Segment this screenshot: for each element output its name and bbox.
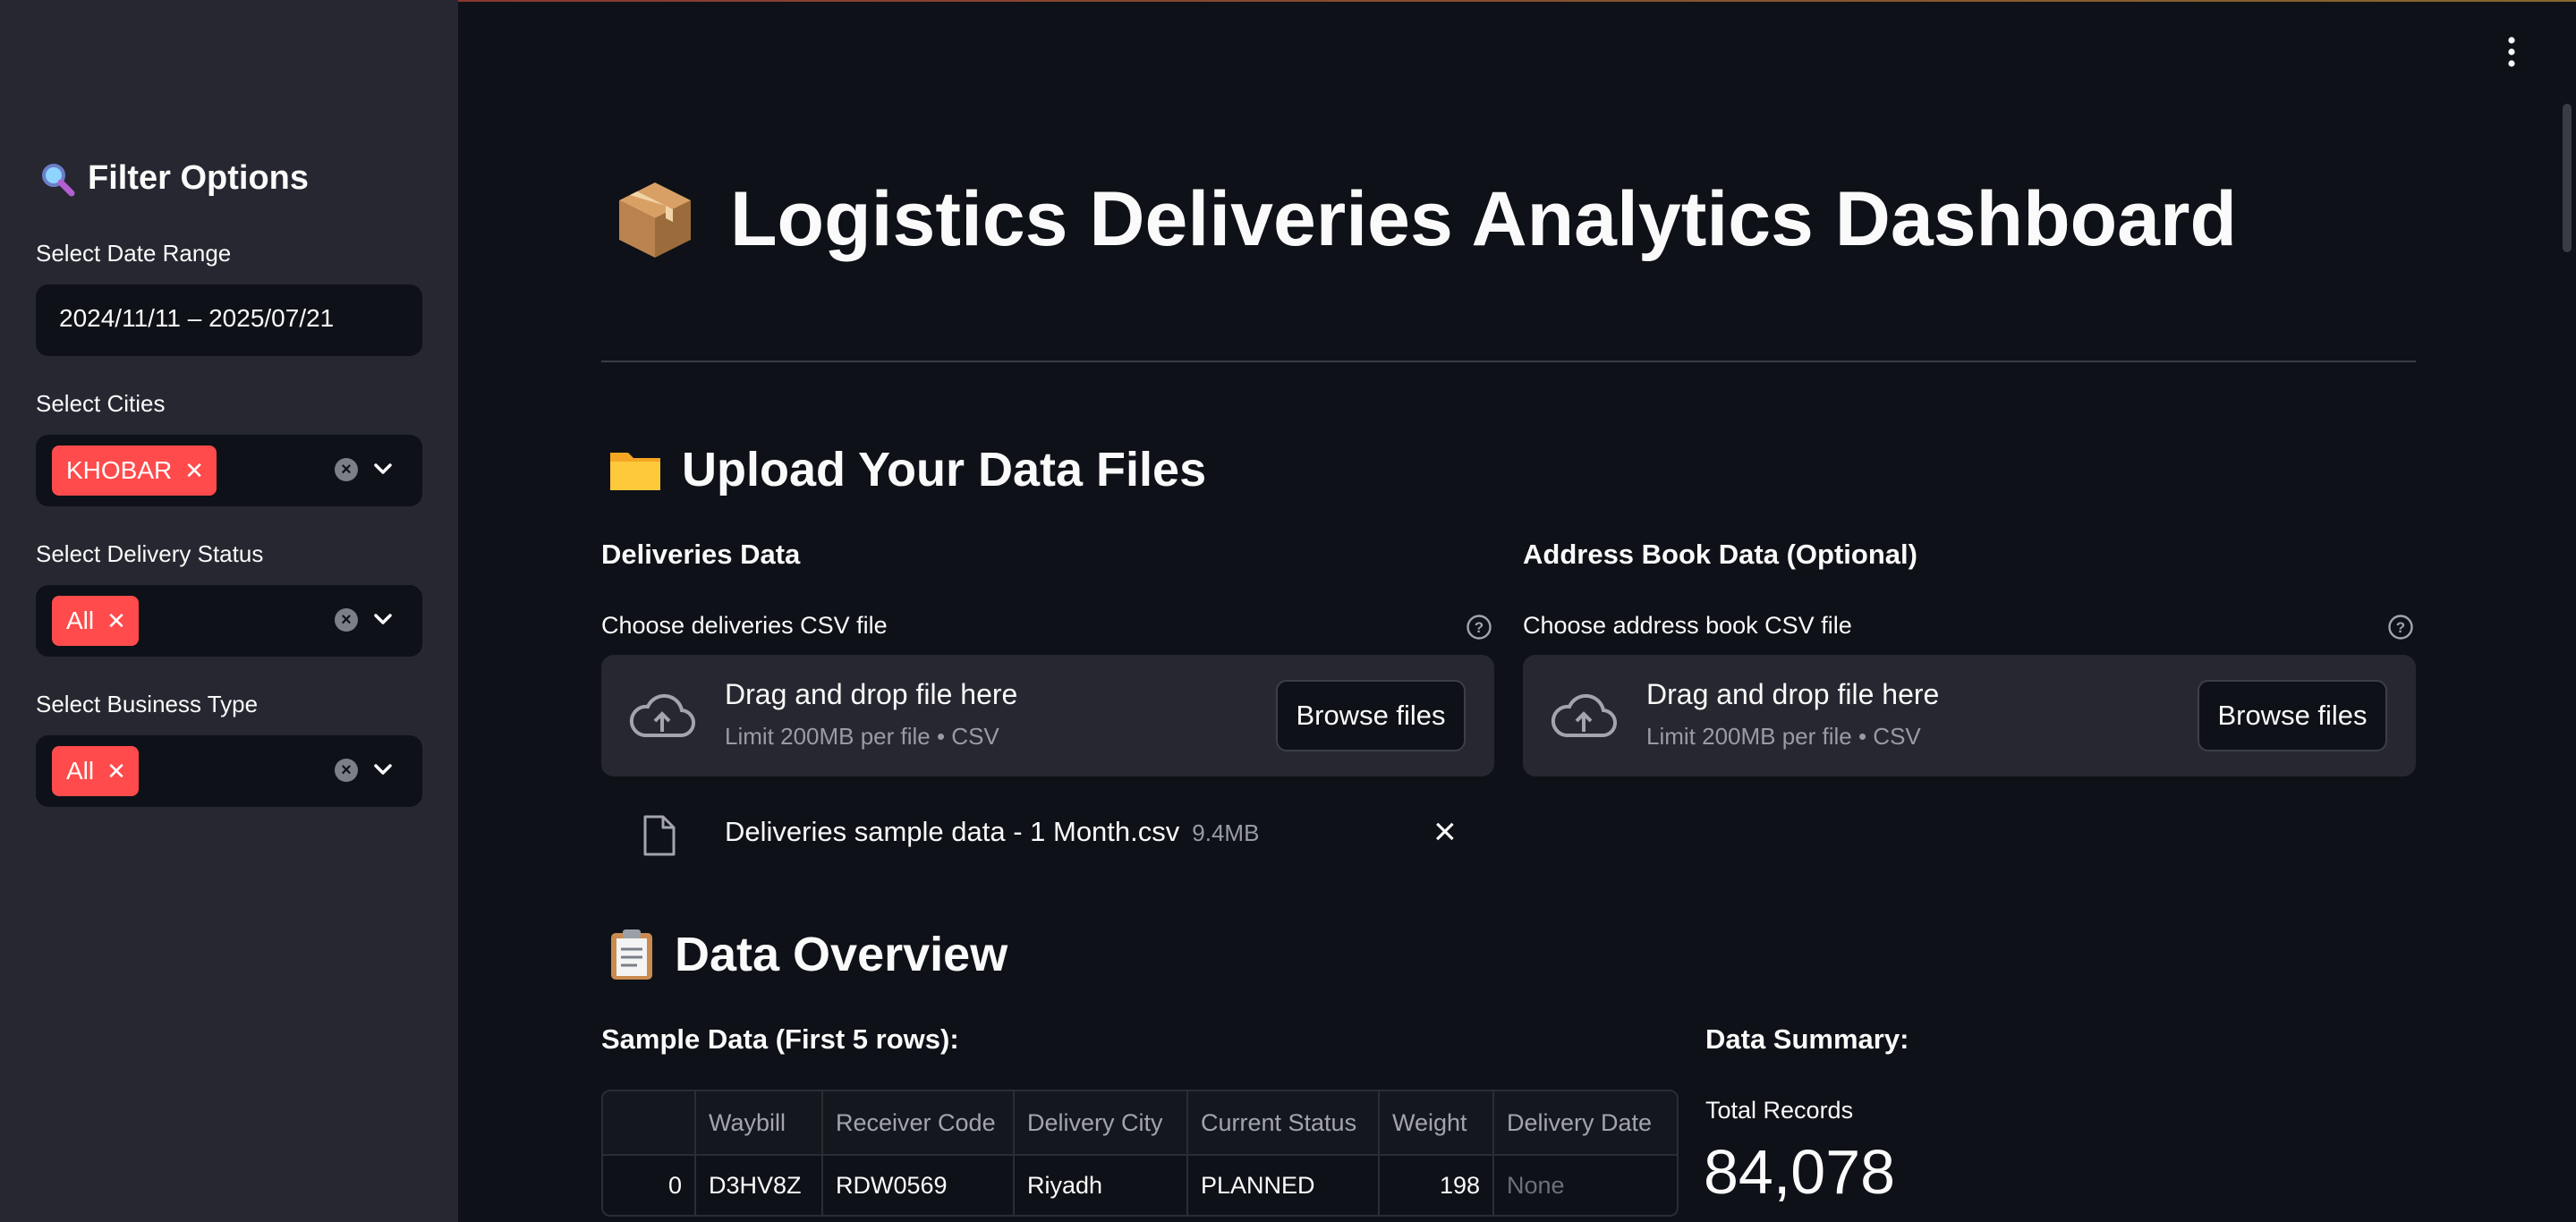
delivery-status-label: Select Delivery Status	[36, 540, 264, 567]
browse-files-button[interactable]: Browse files	[2198, 680, 2387, 751]
remove-tag-icon[interactable]: ✕	[106, 607, 126, 635]
file-size: 9.4MB	[1192, 819, 1260, 846]
city-tag: KHOBAR ✕	[52, 446, 217, 496]
business-type-multiselect[interactable]: All ✕ ×	[36, 735, 422, 807]
sidebar-title: Filter Options	[39, 159, 309, 198]
date-range-input[interactable]: 2024/11/11 – 2025/07/21	[36, 284, 422, 356]
row-index: 0	[603, 1155, 696, 1215]
table-header-row: Waybill Receiver Code Delivery City Curr…	[603, 1091, 1677, 1156]
column-header[interactable]: Receiver Code	[822, 1091, 1015, 1156]
table-cell: 198	[1379, 1155, 1494, 1215]
cities-label: Select Cities	[36, 390, 166, 417]
table-cell: D3HV8Z	[695, 1155, 823, 1215]
dropzone-limit: Limit 200MB per file • CSV	[1646, 723, 1921, 750]
total-records-value: 84,078	[1704, 1137, 1896, 1207]
clear-icon[interactable]: ×	[335, 458, 358, 481]
clear-icon[interactable]: ×	[335, 759, 358, 782]
folder-icon	[610, 453, 660, 490]
file-name: Deliveries sample data - 1 Month.csv 9.4M…	[725, 816, 1259, 848]
total-records-label: Total Records	[1705, 1097, 1854, 1124]
magnifier-icon	[42, 163, 75, 196]
scrollbar[interactable]	[2563, 104, 2572, 252]
delivery-status-multiselect[interactable]: All ✕ ×	[36, 585, 422, 657]
column-header[interactable]: Current Status	[1187, 1091, 1380, 1156]
overview-heading: Data Overview	[608, 927, 1007, 982]
deliveries-file-label: Choose deliveries CSV file	[601, 612, 888, 639]
deliveries-dropzone[interactable]: Drag and drop file here Limit 200MB per …	[601, 655, 1494, 776]
remove-tag-icon[interactable]: ✕	[184, 457, 204, 485]
remove-file-icon[interactable]: ×	[1433, 810, 1457, 853]
dropzone-limit: Limit 200MB per file • CSV	[725, 723, 999, 750]
package-icon	[619, 182, 691, 258]
help-icon[interactable]: ?	[2387, 614, 2414, 641]
business-type-label: Select Business Type	[36, 691, 259, 717]
sample-heading: Sample Data (First 5 rows):	[601, 1023, 959, 1055]
date-range-value: 2024/11/11 – 2025/07/21	[59, 304, 335, 332]
address-book-heading: Address Book Data (Optional)	[1523, 539, 1917, 570]
address-book-dropzone[interactable]: Drag and drop file here Limit 200MB per …	[1523, 655, 2416, 776]
summary-heading: Data Summary:	[1705, 1023, 1909, 1055]
column-header[interactable]: Weight	[1379, 1091, 1494, 1156]
date-range-label: Select Date Range	[36, 240, 232, 267]
chevron-down-icon[interactable]	[370, 757, 395, 782]
deliveries-heading: Deliveries Data	[601, 539, 801, 570]
clear-icon[interactable]: ×	[335, 608, 358, 632]
file-icon	[643, 815, 676, 856]
page-title: Logistics Deliveries Analytics Dashboard	[616, 175, 2237, 264]
file-name-text: Deliveries sample data - 1 Month.csv	[725, 816, 1180, 847]
table-cell: RDW0569	[822, 1155, 1015, 1215]
table-cell: Riyadh	[1014, 1155, 1188, 1215]
chevron-down-icon[interactable]	[370, 607, 395, 632]
sample-data-table[interactable]: Waybill Receiver Code Delivery City Curr…	[601, 1090, 1679, 1217]
help-icon[interactable]: ?	[1466, 614, 1492, 641]
cities-multiselect[interactable]: KHOBAR ✕ ×	[36, 435, 422, 506]
svg-text:?: ?	[2396, 619, 2405, 636]
dropzone-text: Drag and drop file here	[725, 678, 1018, 710]
column-header[interactable]	[603, 1091, 696, 1156]
sidebar: Filter Options Select Date Range 2024/11…	[0, 0, 458, 1222]
clipboard-icon	[611, 929, 652, 980]
cloud-upload-icon	[1551, 693, 1618, 738]
table-cell: None	[1507, 1171, 1565, 1199]
status-tag: All ✕	[52, 596, 139, 646]
column-header[interactable]: Waybill	[695, 1091, 823, 1156]
column-header[interactable]: Delivery Date	[1493, 1091, 1677, 1156]
status-tag-label: All	[66, 607, 95, 634]
upload-heading: Upload Your Data Files	[608, 442, 1206, 497]
uploaded-file-row: Deliveries sample data - 1 Month.csv 9.4M…	[601, 803, 1494, 866]
table-cell: PLANNED	[1187, 1155, 1380, 1215]
kebab-menu-icon[interactable]	[2507, 34, 2516, 70]
column-header[interactable]: Delivery City	[1014, 1091, 1188, 1156]
divider	[601, 361, 2416, 362]
cloud-upload-icon	[629, 693, 696, 738]
business-tag-label: All	[66, 757, 95, 785]
business-tag: All ✕	[52, 746, 139, 796]
browse-files-button[interactable]: Browse files	[1276, 680, 1466, 751]
city-tag-label: KHOBAR	[66, 456, 173, 484]
chevron-down-icon[interactable]	[370, 456, 395, 481]
table-row[interactable]: 0 D3HV8Z RDW0569 Riyadh PLANNED 198 None	[603, 1155, 1677, 1215]
svg-text:?: ?	[1475, 619, 1484, 636]
dropzone-text: Drag and drop file here	[1646, 678, 1940, 710]
address-book-file-label: Choose address book CSV file	[1523, 612, 1852, 639]
remove-tag-icon[interactable]: ✕	[106, 758, 126, 785]
